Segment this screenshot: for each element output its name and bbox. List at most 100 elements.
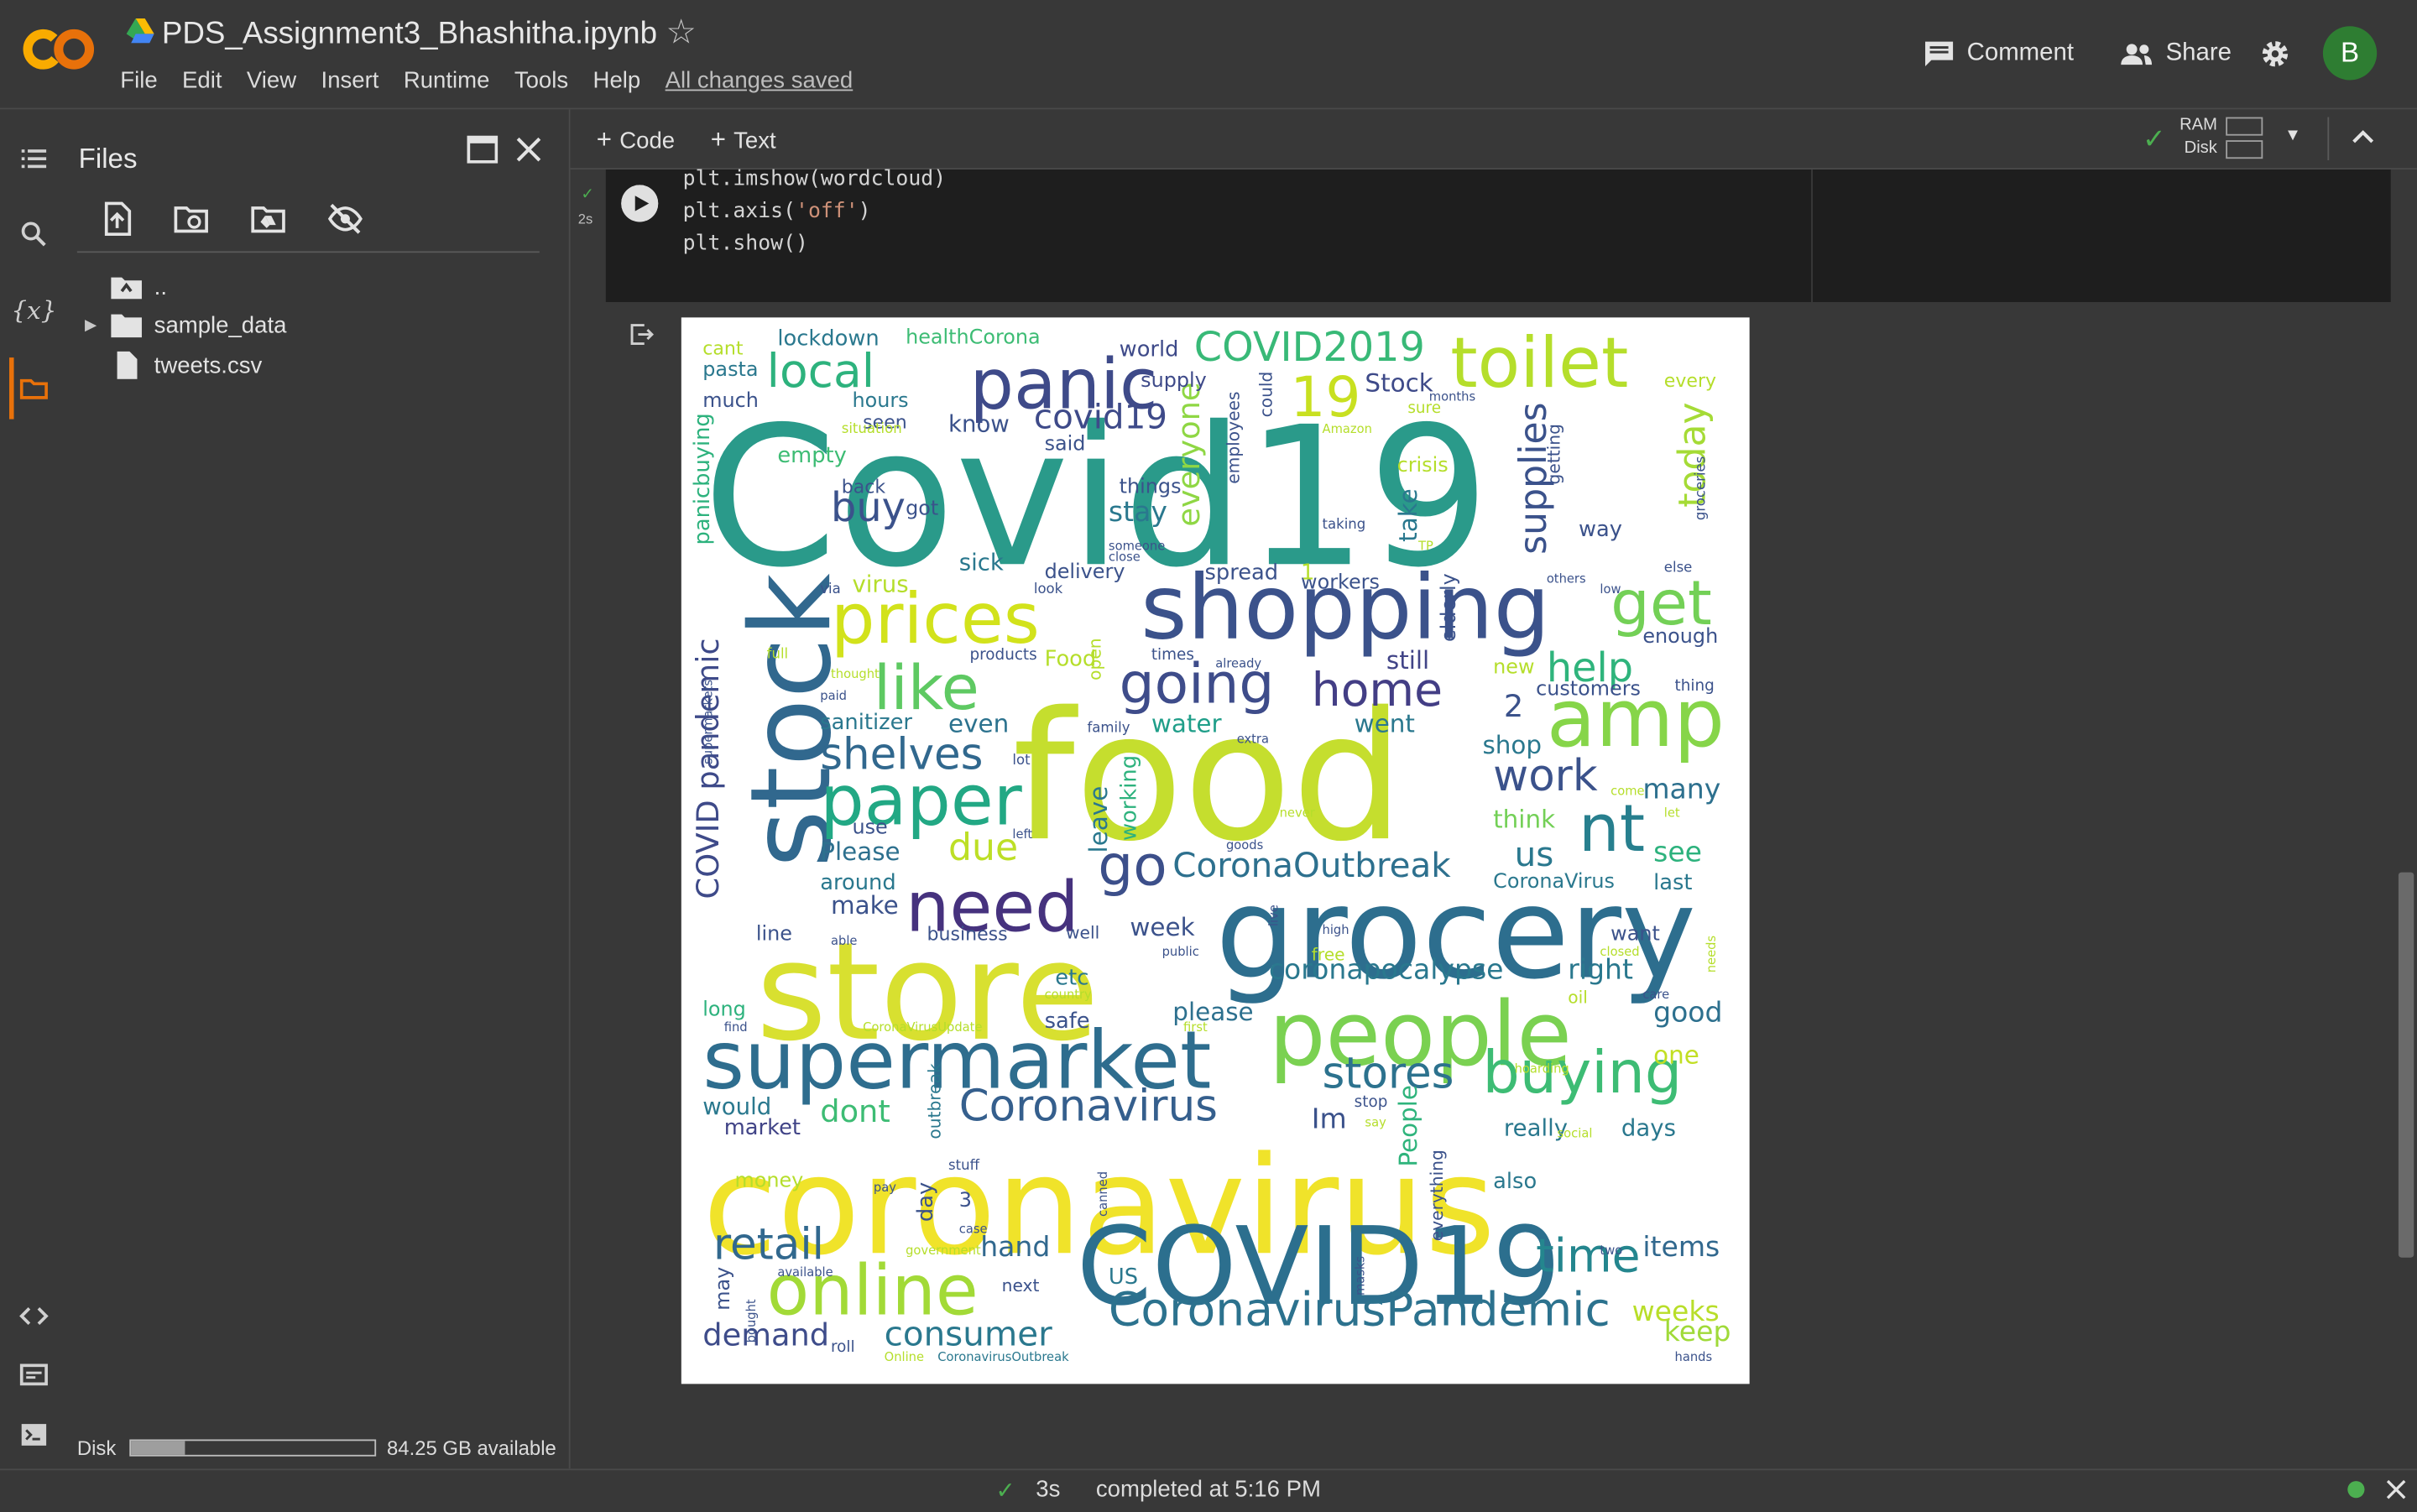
wordcloud-word: full [766,646,789,662]
tree-item-label: tweets.csv [154,352,263,378]
wordcloud-word: think [1493,805,1556,835]
wordcloud-word: hoarding [1514,1062,1569,1077]
star-icon[interactable]: ☆ [666,13,696,53]
wordcloud-word: times [1151,646,1194,664]
avatar[interactable]: B [2322,26,2378,81]
add-code-button[interactable]: + Code [597,125,675,156]
wordcloud-word: safe [1044,1009,1090,1035]
wordcloud-word: taking [1322,518,1366,534]
save-status-link[interactable]: All changes saved [666,68,864,94]
runtime-dropdown-icon[interactable]: ▼ [2284,127,2301,145]
wordcloud-word: day [914,1181,940,1222]
wordcloud-word: many [1642,773,1721,806]
wordcloud-word: open [1085,637,1106,680]
menu-help[interactable]: Help [593,68,652,94]
chevron-right-icon[interactable]: ▶ [85,316,111,333]
notebook-title[interactable]: PDS_Assignment3_Bhashitha.ipynb [162,17,657,52]
tree-item-sample-data[interactable]: ▶ sample_data [85,308,286,342]
wordcloud-word: Please [820,837,901,867]
wordcloud-word: covid19 [1033,399,1168,439]
upload-file-icon[interactable] [99,201,136,237]
wordcloud-word: every [1663,369,1717,391]
comment-icon [1925,41,1954,66]
wordcloud-word: Stock [1365,368,1433,398]
comment-label: Comment [1966,39,2075,66]
open-in-tab-icon[interactable] [467,135,499,164]
wordcloud-word: CoronaVirusUpdate [863,1019,983,1034]
wordcloud-word: COVID2019 [1193,325,1425,372]
menu-insert[interactable]: Insert [321,68,390,94]
folder-icon[interactable] [17,372,50,405]
wordcloud-word: come [1610,785,1645,800]
disk-usage-fill [131,1441,185,1455]
colab-logo[interactable] [22,22,96,77]
wordcloud-word: free [1311,945,1345,966]
wordcloud-word: available [777,1264,833,1280]
disk-label: Disk [76,1436,117,1460]
code-line: plt.axis('off') [682,198,871,224]
scrollbar-thumb[interactable] [2398,872,2414,1258]
code-editor[interactable]: plt.imshow(wordcloud) plt.axis('off') plt.… [683,164,947,261]
wordcloud-word: government [906,1243,981,1258]
output-actions-icon[interactable] [629,322,655,347]
wordcloud-word: panicbuying [690,413,716,545]
tree-item-parent[interactable]: .. [85,269,167,303]
wordcloud-word: thing [1674,678,1715,696]
wordcloud-word: paid [820,689,848,703]
wordcloud-word: two [1600,1243,1623,1258]
wordcloud-word: 19 [1290,366,1361,430]
wordcloud-word: stuff [948,1158,979,1174]
ram-disk-indicator[interactable]: RAM Disk [2179,114,2264,160]
command-palette-icon[interactable] [17,1358,50,1391]
wordcloud-word: crisis [1396,454,1449,478]
hide-files-icon[interactable] [326,201,363,237]
add-text-button[interactable]: + Text [711,125,776,156]
wordcloud-word: hours [852,390,909,414]
menu-tools[interactable]: Tools [514,68,579,94]
code-snippets-icon[interactable] [17,1299,50,1332]
close-status-icon[interactable] [2386,1479,2406,1499]
collapse-icon[interactable] [2349,127,2377,149]
comment-button[interactable]: Comment [1924,34,2074,74]
wordcloud-word: us [1514,837,1554,876]
wordcloud-word: still [1386,644,1430,675]
wordcloud-word: 1 [1301,560,1315,587]
table-of-contents-icon[interactable] [17,142,50,175]
wordcloud-word: next [1001,1275,1040,1296]
close-icon[interactable] [514,136,542,164]
files-panel-title: Files [78,143,138,175]
wordcloud-word: closed [1600,945,1640,959]
share-button[interactable]: Share [2119,34,2232,74]
wordcloud-word: days [1621,1113,1676,1142]
wordcloud-word: retail [713,1219,824,1270]
wordcloud-word: buying [1482,1038,1683,1106]
wordcloud-word: line [755,923,793,947]
code-cell-right-pane [1811,169,2391,302]
wordcloud-word: coronapocalypse [1268,954,1504,987]
wordcloud-word: elderly [1438,573,1462,643]
menu-edit[interactable]: Edit [182,68,232,94]
terminal-icon[interactable] [17,1418,50,1452]
wordcloud-word: business [927,923,1008,946]
wordcloud-word: know [948,410,1010,439]
variables-icon[interactable]: {x} [11,293,56,326]
wordcloud-word: stay [1108,495,1167,529]
menu-file[interactable]: File [120,68,168,94]
refresh-folder-icon[interactable] [173,201,210,237]
wordcloud-word: stores [1322,1048,1454,1100]
run-cell-button[interactable] [621,185,659,222]
wordcloud-word: around [820,870,896,895]
wordcloud-word: TP [1418,540,1433,554]
status-duration: 3s [1036,1476,1061,1503]
mount-drive-icon[interactable] [250,201,287,237]
menu-view[interactable]: View [247,68,307,94]
status-message: completed at 5:16 PM [1095,1476,1321,1503]
menu-runtime[interactable]: Runtime [404,68,500,94]
wordcloud-word: employees [1224,392,1245,485]
wordcloud-word: one [1653,1039,1699,1069]
gear-icon[interactable] [2260,39,2291,70]
wordcloud-word: keep [1663,1316,1731,1349]
tree-item-label: sample_data [154,311,287,339]
search-icon[interactable] [17,217,50,251]
tree-item-tweets-csv[interactable]: tweets.csv [85,348,262,382]
